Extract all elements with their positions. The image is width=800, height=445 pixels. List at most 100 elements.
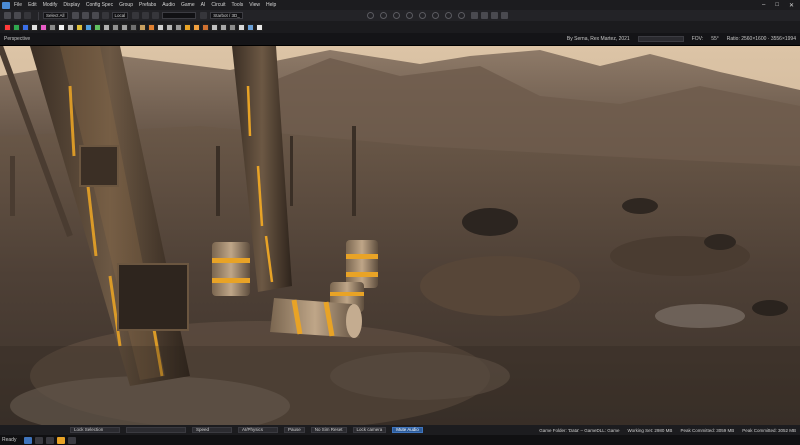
helpers-icon[interactable] — [103, 23, 110, 31]
menu-display[interactable]: Display — [63, 2, 79, 8]
stats-icon[interactable] — [256, 23, 263, 31]
window-controls: – □ ✕ — [762, 2, 800, 9]
area-icon[interactable] — [220, 23, 227, 31]
vegetation-view-icon[interactable] — [94, 23, 101, 31]
menu-prefabs[interactable]: Prefabs — [139, 2, 156, 8]
menu-bar: File Edit Modify Display Config Spec Gro… — [0, 0, 800, 10]
magenta-swatch-icon[interactable] — [40, 23, 47, 31]
green-swatch-icon[interactable] — [13, 23, 20, 31]
terrain-icon[interactable] — [200, 12, 208, 19]
explorer-icon[interactable] — [46, 436, 55, 444]
lock-camera-button[interactable]: Lock camera — [352, 427, 387, 433]
undo-icon[interactable] — [4, 12, 11, 19]
editor-app-icon[interactable] — [57, 436, 66, 444]
selection-mode-dropdown[interactable]: Select All — [43, 12, 68, 19]
physics-field[interactable]: AI/Physics — [238, 427, 278, 433]
layers-icon[interactable] — [470, 12, 478, 19]
menu-file[interactable]: File — [14, 2, 22, 8]
solid-view-icon[interactable] — [67, 23, 74, 31]
shadow-icon[interactable] — [130, 23, 137, 31]
working-set-stat: Working Set: 2980 MB — [627, 427, 673, 433]
help-icon[interactable] — [500, 12, 508, 19]
viewport-info: By Serna, Rex Martez, 2021 FOV: 55° Rati… — [567, 36, 796, 42]
menu-config-spec[interactable]: Config Spec — [86, 2, 113, 8]
solid-icon[interactable] — [431, 12, 439, 19]
console-icon[interactable] — [480, 12, 488, 19]
pause-button[interactable]: Pause — [284, 427, 305, 433]
speed-field[interactable]: Speed — [192, 427, 232, 433]
menu-audio[interactable]: Audio — [162, 2, 175, 8]
wireframe-icon[interactable] — [58, 23, 65, 31]
author-credit: By Serna, Rex Martez, 2021 — [566, 36, 630, 42]
viewport-toolbar — [0, 21, 800, 33]
close-icon[interactable]: ✕ — [789, 2, 794, 9]
menu-game[interactable]: Game — [181, 2, 195, 8]
trigger-icon[interactable] — [211, 23, 218, 31]
ai-icon[interactable] — [184, 23, 191, 31]
axis-z-icon[interactable] — [152, 12, 160, 19]
3d-viewport[interactable] — [0, 46, 800, 425]
redo-icon[interactable] — [14, 12, 21, 19]
menu-ai[interactable]: AI — [201, 2, 206, 8]
mute-audio-button[interactable]: Mute Audio — [392, 427, 423, 433]
navmesh-icon[interactable] — [193, 23, 200, 31]
vegetation-icon[interactable] — [392, 12, 400, 19]
snap-icon[interactable] — [101, 12, 109, 19]
grey-swatch-icon[interactable] — [49, 23, 56, 31]
viewport-search-input[interactable] — [637, 36, 684, 42]
river-icon[interactable] — [418, 12, 426, 19]
particles-icon[interactable] — [148, 23, 155, 31]
viewport-label[interactable]: Perspective — [4, 36, 30, 42]
road-icon[interactable] — [405, 12, 413, 19]
rotate-icon[interactable] — [81, 12, 89, 19]
grid-icon[interactable] — [112, 23, 119, 31]
properties-icon[interactable] — [490, 12, 498, 19]
no-sim-reset-button[interactable]: No Sim Reset — [310, 427, 347, 433]
scale-icon[interactable] — [91, 12, 99, 19]
move-icon[interactable] — [71, 12, 79, 19]
blue-swatch-icon[interactable] — [22, 23, 29, 31]
brush-view-icon[interactable] — [166, 23, 173, 31]
main-toolbar: Select All Local Starbot / 3D_ — [0, 10, 800, 21]
menu-circuit[interactable]: Circuit — [211, 2, 225, 8]
search-icon[interactable] — [35, 436, 44, 444]
game-folder-stat: Game Folder: 'Data' – GameDLL: Game — [539, 427, 620, 433]
level-name-field[interactable]: Starbot / 3D_ — [210, 12, 243, 19]
decal-icon[interactable] — [175, 23, 182, 31]
menu-group[interactable]: Group — [119, 2, 133, 8]
axis-x-icon[interactable] — [132, 12, 140, 19]
coord-input[interactable] — [126, 427, 186, 433]
terrain-view-icon[interactable] — [139, 23, 146, 31]
sound-icon[interactable] — [202, 23, 209, 31]
light-icon[interactable] — [76, 23, 83, 31]
camera-icon[interactable] — [444, 12, 452, 19]
white-swatch-icon[interactable] — [31, 23, 38, 31]
brush-icon[interactable] — [366, 12, 374, 19]
water-icon[interactable] — [85, 23, 92, 31]
axis-y-icon[interactable] — [142, 12, 150, 19]
fog-icon[interactable] — [238, 23, 245, 31]
minimize-icon[interactable]: – — [762, 2, 765, 9]
browser-icon[interactable] — [68, 436, 77, 444]
scene-render — [0, 46, 800, 425]
menu-edit[interactable]: Edit — [28, 2, 37, 8]
menu-help[interactable]: Help — [266, 2, 276, 8]
peak-committed-stat: Peak Committed: 3059 MB — [680, 427, 735, 433]
paint-icon[interactable] — [379, 12, 387, 19]
start-icon[interactable] — [24, 436, 33, 444]
fov-value[interactable]: 55° — [711, 36, 719, 42]
red-swatch-icon[interactable] — [4, 23, 11, 31]
bbox-icon[interactable] — [121, 23, 128, 31]
path-icon[interactable] — [229, 23, 236, 31]
sky-icon[interactable] — [247, 23, 254, 31]
menu-modify[interactable]: Modify — [43, 2, 58, 8]
menu-tools[interactable]: Tools — [232, 2, 244, 8]
entity-icon[interactable] — [157, 23, 164, 31]
physics-icon[interactable] — [457, 12, 465, 19]
maximize-icon[interactable]: □ — [775, 2, 779, 9]
layer-dropdown[interactable] — [162, 12, 197, 19]
menu-view[interactable]: View — [249, 2, 260, 8]
lock-selection-field[interactable]: Lock Selection — [70, 427, 120, 433]
link-icon[interactable] — [24, 12, 31, 19]
coord-system-dropdown[interactable]: Local — [111, 12, 129, 19]
